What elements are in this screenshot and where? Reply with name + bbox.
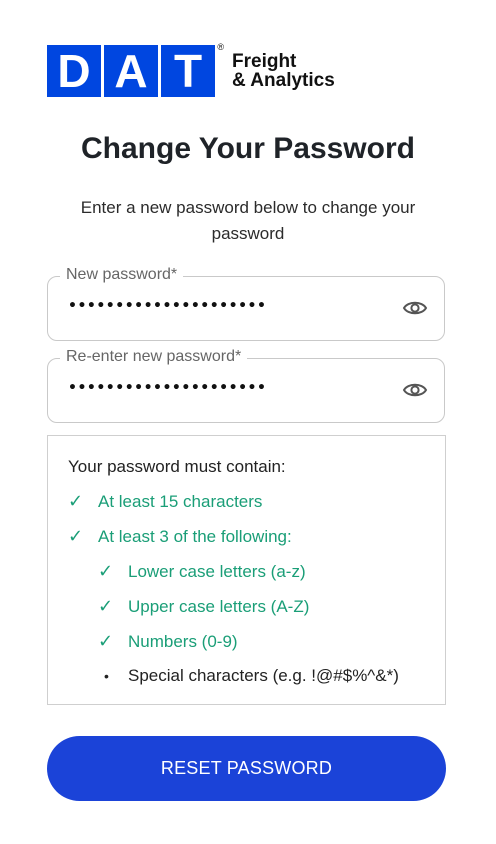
requirements-heading: Your password must contain: — [68, 457, 286, 476]
checkmark-icon: ✓ — [68, 526, 84, 546]
logo-letter-d: D — [47, 45, 101, 97]
requirement-text: At least 15 characters — [98, 491, 263, 511]
checkmark-icon: ✓ — [98, 631, 114, 651]
requirement-special: • Special characters (e.g. !@#$%^&*) — [98, 666, 399, 686]
password-requirements: Your password must contain: ✓ At least 1… — [47, 435, 446, 705]
page-title: Change Your Password — [81, 132, 415, 165]
requirement-three-of: ✓ At least 3 of the following: — [68, 526, 292, 547]
requirement-numbers: ✓ Numbers (0-9) — [98, 631, 238, 652]
checkmark-icon: ✓ — [98, 561, 114, 581]
eye-icon[interactable] — [402, 379, 428, 401]
new-password-field[interactable]: New password* ••••••••••••••••••••• — [47, 265, 445, 341]
logo-letter-t: T — [161, 45, 215, 97]
requirement-lowercase: ✓ Lower case letters (a-z) — [98, 561, 306, 582]
requirement-text: Numbers (0-9) — [128, 631, 238, 651]
dat-logo: D A T ® Freight & Analytics — [47, 42, 335, 97]
confirm-password-value[interactable]: ••••••••••••••••••••• — [68, 380, 266, 396]
new-password-label: New password* — [60, 265, 184, 285]
logo-line-1: Freight — [232, 51, 297, 72]
logo-wordmark: Freight & Analytics — [232, 52, 335, 90]
requirement-uppercase: ✓ Upper case letters (A-Z) — [98, 596, 309, 617]
logo-mark: D A T ® — [47, 42, 224, 97]
new-password-value[interactable]: ••••••••••••••••••••• — [68, 298, 266, 314]
requirement-length: ✓ At least 15 characters — [68, 491, 262, 512]
checkmark-icon: ✓ — [68, 491, 84, 511]
requirement-text: Upper case letters (A-Z) — [128, 596, 310, 616]
page-subtitle: Enter a new password below to change you… — [80, 198, 416, 243]
reset-password-button[interactable]: RESET PASSWORD — [47, 736, 446, 801]
confirm-password-field[interactable]: Re-enter new password* •••••••••••••••••… — [47, 347, 445, 423]
eye-icon[interactable] — [402, 297, 428, 319]
logo-line-2: & Analytics — [232, 70, 335, 91]
bullet-icon: • — [104, 668, 109, 684]
registered-mark: ® — [217, 42, 224, 52]
logo-letter-a: A — [104, 45, 158, 97]
confirm-password-label: Re-enter new password* — [60, 347, 248, 367]
requirement-text: Lower case letters (a-z) — [128, 561, 306, 581]
requirement-text: At least 3 of the following: — [98, 526, 292, 546]
checkmark-icon: ✓ — [98, 596, 114, 616]
requirement-text: Special characters (e.g. !@#$%^&*) — [128, 666, 399, 685]
